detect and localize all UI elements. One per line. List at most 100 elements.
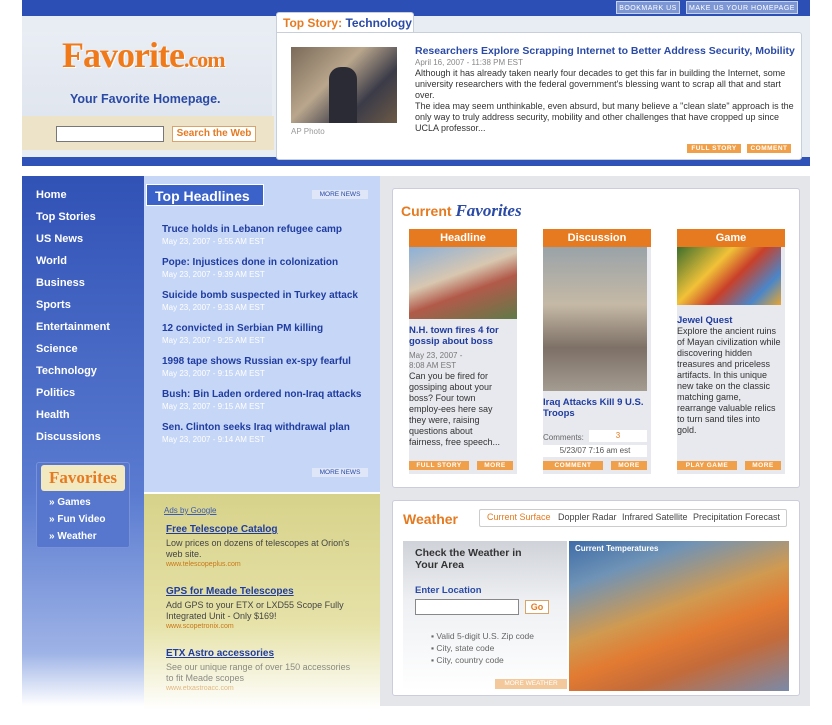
nav-item-health[interactable]: Health — [36, 409, 70, 421]
nav-item-politics[interactable]: Politics — [36, 387, 75, 399]
favorites-item-fun-video[interactable]: » Fun Video — [49, 514, 106, 525]
top-story-paragraph-2: The idea may seem unthinkable, even absu… — [415, 101, 794, 133]
tab-infrared-satellite[interactable]: Infrared Satellite — [622, 512, 688, 522]
search-button[interactable]: Search the Web — [172, 126, 256, 142]
card-header: Game — [677, 229, 785, 247]
ads-column: Ads by Google Free Telescope Catalog Low… — [144, 494, 380, 710]
headline-date: May 23, 2007 - 9:39 AM EST — [162, 270, 265, 279]
headline-link[interactable]: Suicide bomb suspected in Turkey attack — [162, 290, 358, 301]
ad-body: See our unique range of over 150 accesso… — [166, 662, 351, 683]
headline-date: May 23, 2007 - 9:14 AM EST — [162, 435, 265, 444]
go-button[interactable]: Go — [525, 600, 549, 614]
headline-photo[interactable] — [409, 247, 517, 319]
current-favorites-title: Current Favorites — [401, 201, 522, 220]
ad-url[interactable]: www.etxastroacc.com — [166, 685, 234, 692]
headline-link[interactable]: Truce holds in Lebanon refugee camp — [162, 224, 342, 235]
weather-search-panel: Check the Weather in Your Area Enter Loc… — [403, 541, 567, 691]
headline-date: May 23, 2007 - 9:15 AM EST — [162, 369, 265, 378]
headline-link[interactable]: 1998 tape shows Russian ex-spy fearful — [162, 356, 351, 367]
more-news-button[interactable]: MORE NEWS — [312, 190, 368, 199]
tab-doppler-radar[interactable]: Doppler Radar — [558, 512, 617, 522]
more-button[interactable]: MORE — [745, 461, 781, 470]
headline-date: May 23, 2007 - 9:33 AM EST — [162, 303, 265, 312]
favorites-item-games[interactable]: » Games — [49, 497, 91, 508]
nav-item-discussions[interactable]: Discussions — [36, 431, 101, 443]
nav-item-technology[interactable]: Technology — [36, 365, 97, 377]
hint-city-state: ▪ City, state code — [431, 643, 495, 653]
top-story-date: April 16, 2007 - 11:38 PM EST — [415, 58, 523, 67]
comments-count[interactable]: 3 — [589, 430, 647, 442]
ad-title[interactable]: Free Telescope Catalog — [166, 524, 278, 535]
headline-date: May 23, 2007 - 9:25 AM EST — [162, 336, 265, 345]
top-story-paragraph-1: Although it has already taken nearly fou… — [415, 68, 786, 100]
tab-precipitation-forecast[interactable]: Precipitation Forecast — [693, 512, 780, 522]
search-input[interactable] — [56, 126, 164, 142]
ad-body: Add GPS to your ETX or LXD55 Scope Fully… — [166, 600, 344, 621]
tagline: Your Favorite Homepage. — [70, 92, 221, 106]
nav-item-home[interactable]: Home — [36, 189, 67, 201]
headline-link[interactable]: Sen. Clinton seeks Iraq withdrawal plan — [162, 422, 350, 433]
nav-item-sports[interactable]: Sports — [36, 299, 71, 311]
logo[interactable]: Favorite.com — [62, 34, 226, 76]
nav-item-world[interactable]: World — [36, 255, 67, 267]
top-bar: BOOKMARK US MAKE US YOUR HOMEPAGE — [22, 0, 810, 16]
more-weather-button[interactable]: MORE WEATHER — [495, 679, 567, 689]
game-card: Game Jewel Quest Explore the ancient rui… — [677, 229, 785, 474]
ad-title[interactable]: GPS for Meade Telescopes — [166, 586, 294, 597]
favorites-item-weather[interactable]: » Weather — [49, 531, 97, 542]
headline-link[interactable]: 12 convicted in Serbian PM killing — [162, 323, 323, 334]
nav-item-us-news[interactable]: US News — [36, 233, 83, 245]
hint-city-country: ▪ City, country code — [431, 655, 504, 665]
current-favorites: Current Favorites Headline N.H. town fir… — [392, 188, 800, 488]
discussion-card: Discussion Iraq Attacks Kill 9 U.S. Troo… — [543, 229, 651, 474]
location-input[interactable] — [415, 599, 519, 615]
more-news-button-bottom[interactable]: MORE NEWS — [312, 468, 368, 477]
nav-item-science[interactable]: Science — [36, 343, 78, 355]
more-button[interactable]: MORE — [477, 461, 513, 470]
top-story-tab: Top Story: Technology — [276, 12, 414, 34]
ad-body: Low prices on dozens of telescopes at Or… — [166, 538, 350, 559]
card-title[interactable]: Jewel Quest — [677, 315, 732, 326]
jewel-quest-image[interactable] — [677, 247, 781, 305]
temperature-map[interactable]: Current Temperatures — [569, 541, 789, 691]
headline-link[interactable]: Bush: Bin Laden ordered non-Iraq attacks — [162, 389, 361, 400]
full-story-button[interactable]: FULL STORY — [409, 461, 469, 470]
card-text: Can you be fired for gossiping about you… — [409, 371, 501, 447]
headline-card: Headline N.H. town fires 4 for gossip ab… — [409, 229, 517, 474]
discussion-photo[interactable] — [543, 247, 647, 391]
comments-label: Comments: — [543, 433, 584, 442]
ad-title[interactable]: ETX Astro accessories — [166, 648, 274, 659]
headline-date: May 23, 2007 - 9:15 AM EST — [162, 402, 265, 411]
ad-url[interactable]: www.scopetronix.com — [166, 623, 234, 630]
tab-current-surface[interactable]: Current Surface — [487, 512, 551, 522]
nav-item-business[interactable]: Business — [36, 277, 85, 289]
nav-item-entertainment[interactable]: Entertainment — [36, 321, 110, 333]
favorites-box: Favorites » Games » Fun Video » Weather — [36, 462, 130, 548]
full-story-button[interactable]: FULL STORY — [687, 144, 741, 153]
top-story-title[interactable]: Researchers Explore Scrapping Internet t… — [415, 45, 795, 57]
search-bar: Search the Web — [22, 116, 274, 150]
top-story-photo[interactable] — [291, 47, 397, 123]
comment-button[interactable]: COMMENT — [747, 144, 791, 153]
ad-url[interactable]: www.telescopeplus.com — [166, 561, 241, 568]
comment-button[interactable]: COMMENT — [543, 461, 603, 470]
card-title[interactable]: Iraq Attacks Kill 9 U.S. Troops — [543, 397, 647, 419]
left-nav: Home Top Stories US News World Business … — [22, 176, 144, 706]
headlines-title: Top Headlines — [146, 184, 264, 206]
card-header: Discussion — [543, 229, 651, 247]
play-game-button[interactable]: PLAY GAME — [677, 461, 737, 470]
top-headlines: Top Headlines MORE NEWS Truce holds in L… — [144, 176, 380, 492]
card-title[interactable]: N.H. town fires 4 for gossip about boss — [409, 325, 515, 347]
ads-by-google[interactable]: Ads by Google — [164, 506, 216, 515]
hint-zip: ▪ Valid 5-digit U.S. Zip code — [431, 631, 535, 641]
headline-link[interactable]: Pope: Injustices done in colonization — [162, 257, 338, 268]
top-story-box: AP Photo Researchers Explore Scrapping I… — [276, 32, 802, 160]
discussion-timestamp: 5/23/07 7:16 am est — [543, 445, 647, 457]
check-weather-heading: Check the Weather in Your Area — [415, 547, 522, 571]
more-button[interactable]: MORE — [611, 461, 647, 470]
headline-date: May 23, 2007 - 9:55 AM EST — [162, 237, 265, 246]
card-header: Headline — [409, 229, 517, 247]
make-homepage-button[interactable]: MAKE US YOUR HOMEPAGE — [686, 1, 798, 14]
bookmark-button[interactable]: BOOKMARK US — [616, 1, 680, 14]
nav-item-top-stories[interactable]: Top Stories — [36, 211, 96, 223]
